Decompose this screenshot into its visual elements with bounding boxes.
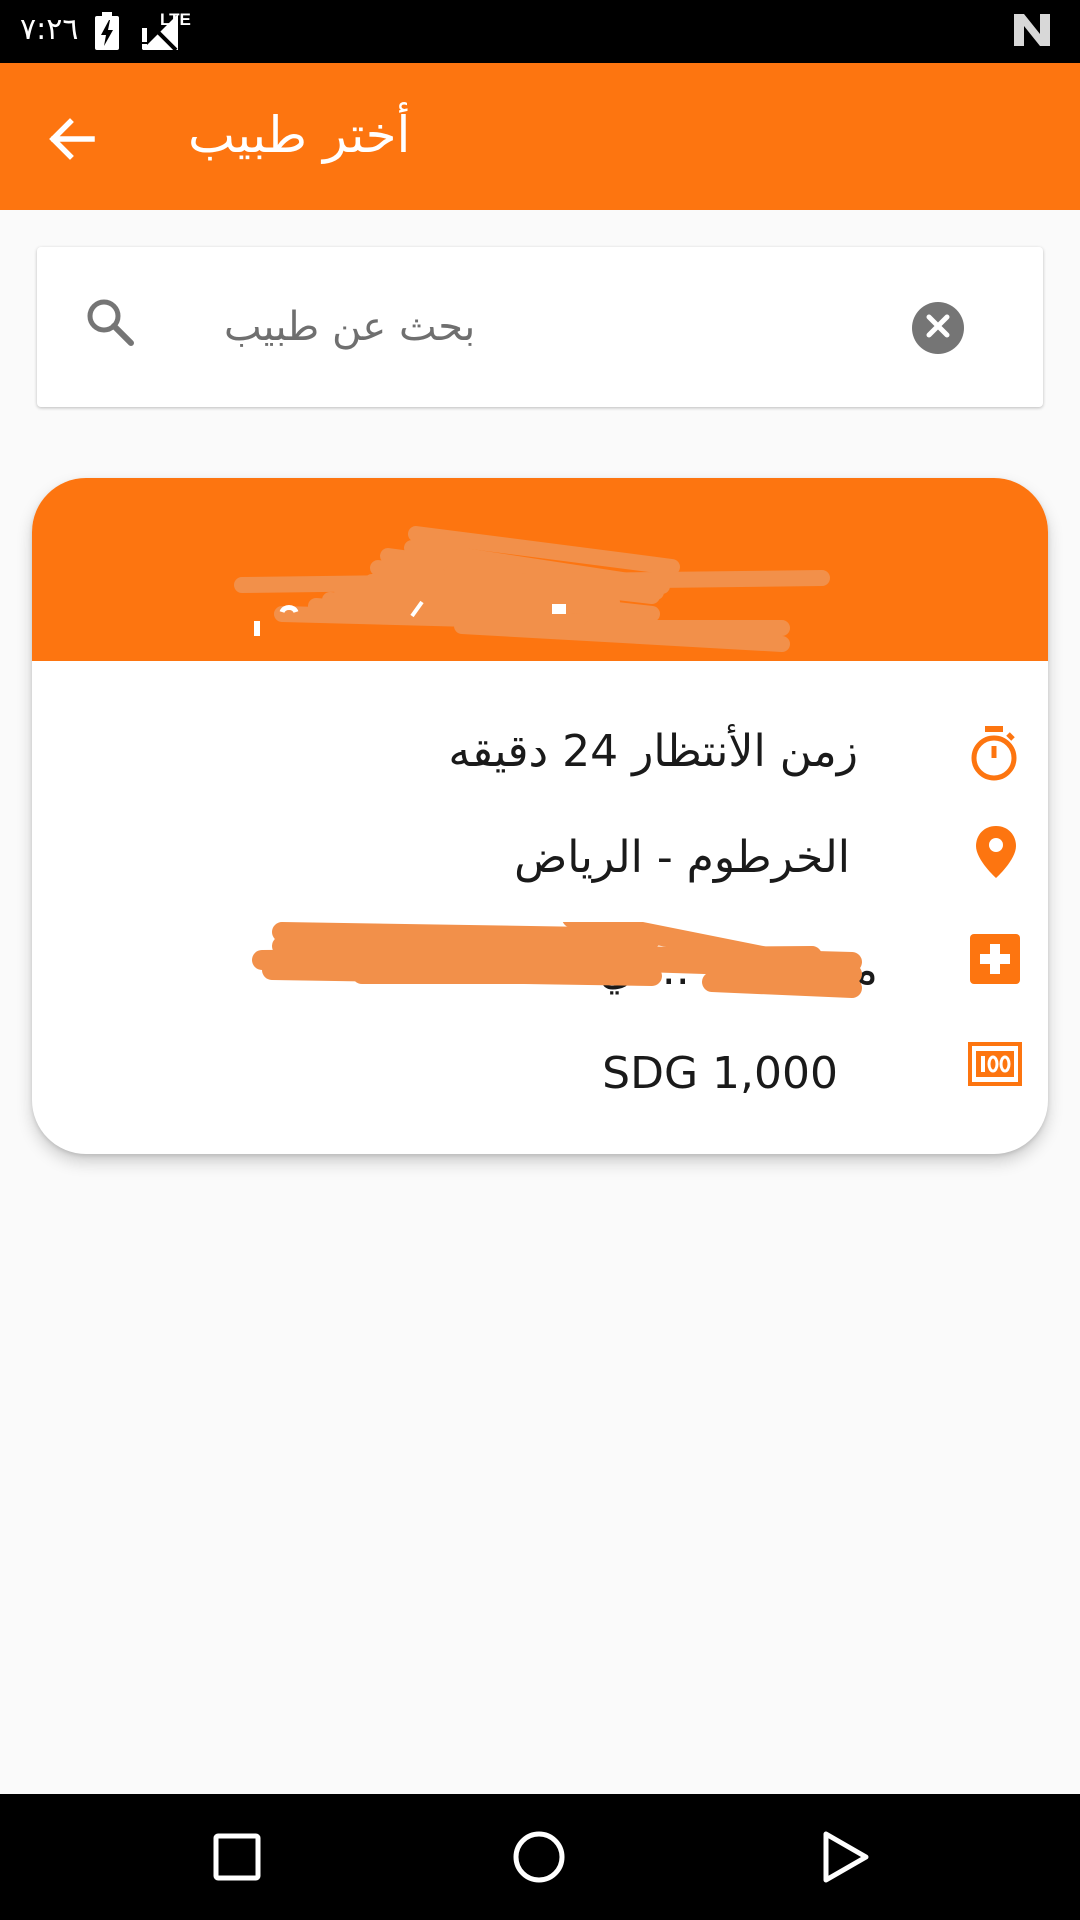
search-input[interactable] bbox=[200, 292, 924, 362]
status-time: ٧:٢٦ bbox=[20, 12, 79, 47]
timer-icon bbox=[968, 726, 1020, 786]
location-text: الخرطوم - الرياض bbox=[514, 832, 850, 883]
redacted-hospital-name bbox=[252, 922, 862, 998]
clear-search-button[interactable] bbox=[912, 302, 964, 354]
wait-time-row: زمن الأنتظار 24 دقيقه bbox=[32, 708, 1048, 798]
back-button[interactable] bbox=[30, 99, 114, 183]
fee-row: SDG 1,000 bbox=[32, 1032, 1048, 1122]
page-title: أختر طبيب bbox=[188, 106, 411, 164]
lte-label: LTE bbox=[160, 10, 191, 29]
battery-charging-icon bbox=[94, 12, 120, 54]
notification-n-icon bbox=[1012, 12, 1052, 52]
arrow-back-icon bbox=[46, 113, 98, 169]
location-row: الخرطوم - الرياض bbox=[32, 814, 1048, 904]
navigation-bar bbox=[0, 1794, 1080, 1920]
home-circle-icon[interactable] bbox=[506, 1824, 572, 1890]
redacted-doctor-name bbox=[234, 526, 830, 652]
hospital-row: مستشفى ... ي bbox=[32, 922, 1048, 1012]
search-icon[interactable] bbox=[84, 296, 136, 352]
back-triangle-icon[interactable] bbox=[810, 1824, 876, 1890]
recents-square-icon[interactable] bbox=[204, 1824, 270, 1890]
app-bar: أختر طبيب bbox=[0, 63, 1080, 210]
status-bar: ٧:٢٦ LTE bbox=[0, 0, 1080, 63]
money-icon bbox=[968, 1042, 1022, 1090]
doctor-card[interactable]: زمن الأنتظار 24 دقيقه الخرطوم - الرياض م… bbox=[32, 478, 1048, 1154]
clear-circle-icon bbox=[924, 312, 952, 344]
wait-time-text: زمن الأنتظار 24 دقيقه bbox=[448, 726, 858, 777]
location-pin-icon bbox=[974, 824, 1018, 884]
doctor-card-header bbox=[32, 478, 1048, 661]
fee-text: SDG 1,000 bbox=[602, 1048, 838, 1099]
